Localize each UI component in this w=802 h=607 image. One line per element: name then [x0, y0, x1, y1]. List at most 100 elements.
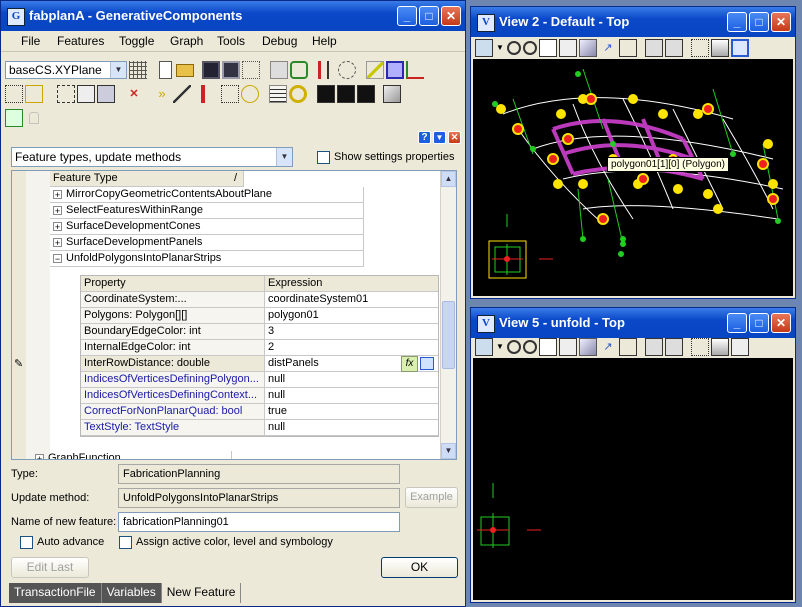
symbol-b-icon[interactable] [337, 85, 355, 103]
expression-cell[interactable]: coordinateSystem01 [265, 292, 438, 308]
walk-view-icon[interactable] [619, 39, 637, 57]
col-header-property[interactable]: Property [81, 276, 265, 292]
expression-cell[interactable]: null [265, 372, 438, 388]
views-icon[interactable] [691, 39, 709, 57]
main-titlebar[interactable]: G fabplanA - GenerativeComponents _ □ ✕ [1, 1, 465, 31]
property-row[interactable]: CoordinateSystem:... coordinateSystem01 [81, 292, 438, 308]
scroll-down-icon[interactable]: ▼ [441, 443, 456, 459]
tree-item[interactable]: + SurfaceDevelopmentPanels [12, 235, 442, 251]
previous-view-icon[interactable] [645, 338, 663, 356]
scroll-thumb[interactable] [442, 301, 455, 369]
property-row[interactable]: CorrectForNonPlanarQuad: bool true [81, 404, 438, 420]
edit-pen-icon[interactable] [173, 85, 191, 103]
points-icon[interactable] [5, 85, 23, 103]
next-view-icon[interactable] [665, 39, 683, 57]
collapse-tree-icon[interactable]: − [53, 253, 62, 263]
grid-icon[interactable] [129, 61, 147, 79]
expand-icon[interactable]: + [53, 205, 62, 215]
assign-symbology-checkbox[interactable] [119, 536, 132, 549]
panel-close-icon[interactable]: ✕ [448, 131, 461, 144]
tab-transaction-file[interactable]: TransactionFile [9, 583, 102, 603]
node-grid-icon[interactable] [221, 85, 239, 103]
connect-icon[interactable] [241, 85, 259, 103]
example-button[interactable]: Example [405, 487, 458, 508]
zoom-in-icon[interactable] [507, 340, 521, 354]
debug-point-icon[interactable] [338, 61, 356, 79]
move-icon[interactable] [57, 85, 75, 103]
point-grid-icon[interactable] [25, 85, 43, 103]
symbol-c-icon[interactable] [357, 85, 375, 103]
zoom-out-icon[interactable] [523, 340, 537, 354]
save-as-icon[interactable] [222, 61, 240, 79]
fast-forward-icon[interactable]: » [153, 85, 171, 103]
view-attributes-icon[interactable] [475, 39, 493, 57]
symbol-a-icon[interactable] [317, 85, 335, 103]
pan-view-icon[interactable]: ↗ [599, 338, 617, 356]
view5-canvas[interactable] [473, 358, 793, 600]
expression-cell[interactable]: 3 [265, 324, 438, 340]
show-settings-checkbox[interactable] [317, 151, 330, 164]
expand-icon[interactable]: + [53, 221, 62, 231]
rotate-view-icon[interactable] [579, 338, 597, 356]
tree-item[interactable]: + MirrorCopyGeometricContentsAboutPlane [12, 187, 442, 203]
delete-icon[interactable]: ✕ [125, 85, 143, 103]
render-mode-icon[interactable] [711, 39, 729, 57]
views-icon[interactable] [691, 338, 709, 356]
lock-icon[interactable] [29, 112, 39, 124]
view2-titlebar[interactable]: V View 2 - Default - Top _ □ ✕ [471, 7, 795, 37]
zoom-out-icon[interactable] [523, 41, 537, 55]
property-row[interactable]: IndicesOfVerticesDefiningContext... null [81, 388, 438, 404]
cube-view-icon[interactable] [731, 338, 749, 356]
view-attributes-icon[interactable] [475, 338, 493, 356]
auto-advance-checkbox[interactable] [20, 536, 33, 549]
pan-view-icon[interactable]: ↗ [599, 39, 617, 57]
help-icon[interactable]: ? [418, 131, 431, 144]
property-row[interactable]: IndicesOfVerticesDefiningPolygon... null [81, 372, 438, 388]
minimize-button[interactable]: _ [727, 12, 747, 32]
tree-item[interactable]: + GraphFunction [12, 451, 442, 459]
rotate-view-icon[interactable] [579, 39, 597, 57]
menu-toggle[interactable]: Toggle [119, 34, 154, 48]
fit-view-icon[interactable] [559, 338, 577, 356]
dropdown-icon[interactable]: ▼ [495, 39, 505, 57]
new-file-icon[interactable] [159, 61, 172, 79]
step-into-icon[interactable] [318, 61, 336, 79]
close-button[interactable]: ✕ [771, 313, 791, 333]
expression-cell[interactable]: null [265, 388, 438, 404]
refresh-icon[interactable] [290, 61, 308, 79]
tree-item[interactable]: + SelectFeaturesWithinRange [12, 203, 442, 219]
menu-features[interactable]: Features [57, 34, 104, 48]
property-row[interactable]: InternalEdgeColor: int 2 [81, 340, 438, 356]
walk-view-icon[interactable] [619, 338, 637, 356]
scroll-up-icon[interactable]: ▲ [441, 171, 456, 187]
zoom-in-icon[interactable] [507, 41, 521, 55]
expression-editor-icon[interactable] [420, 357, 434, 370]
copy-icon[interactable] [77, 85, 95, 103]
menu-tools[interactable]: Tools [217, 34, 245, 48]
chevron-down-icon[interactable]: ▼ [110, 62, 126, 78]
expand-icon[interactable]: + [35, 453, 44, 459]
tab-variables[interactable]: Variables [101, 583, 162, 603]
close-button[interactable]: ✕ [441, 6, 461, 26]
record-icon[interactable] [201, 85, 219, 103]
maximize-button[interactable]: □ [419, 6, 439, 26]
plane-tool-icon[interactable] [386, 61, 404, 79]
expand-icon[interactable]: + [53, 237, 62, 247]
property-row[interactable]: Polygons: Polygon[][] polygon01 [81, 308, 438, 324]
view5-titlebar[interactable]: V View 5 - unfold - Top _ □ ✕ [471, 308, 795, 338]
select-grid-icon[interactable] [5, 109, 23, 127]
tree-scrollbar[interactable]: ▲ ▼ [440, 171, 456, 459]
col-header-expression[interactable]: Expression [265, 276, 438, 292]
axis-icon[interactable] [406, 61, 424, 79]
property-row[interactable]: BoundaryEdgeColor: int 3 [81, 324, 438, 340]
circle-icon[interactable] [289, 85, 307, 103]
window-area-icon[interactable] [539, 39, 557, 57]
chevron-down-icon[interactable]: ▼ [276, 148, 292, 166]
list-icon[interactable] [269, 85, 287, 103]
tree-header-feature-type[interactable]: Feature Type / [50, 171, 244, 187]
cube-view-icon[interactable] [731, 39, 749, 57]
window-area-icon[interactable] [539, 338, 557, 356]
line-tool-icon[interactable] [366, 61, 384, 79]
grid-toggle-icon[interactable] [242, 61, 260, 79]
fx-button[interactable]: fx [401, 356, 418, 372]
